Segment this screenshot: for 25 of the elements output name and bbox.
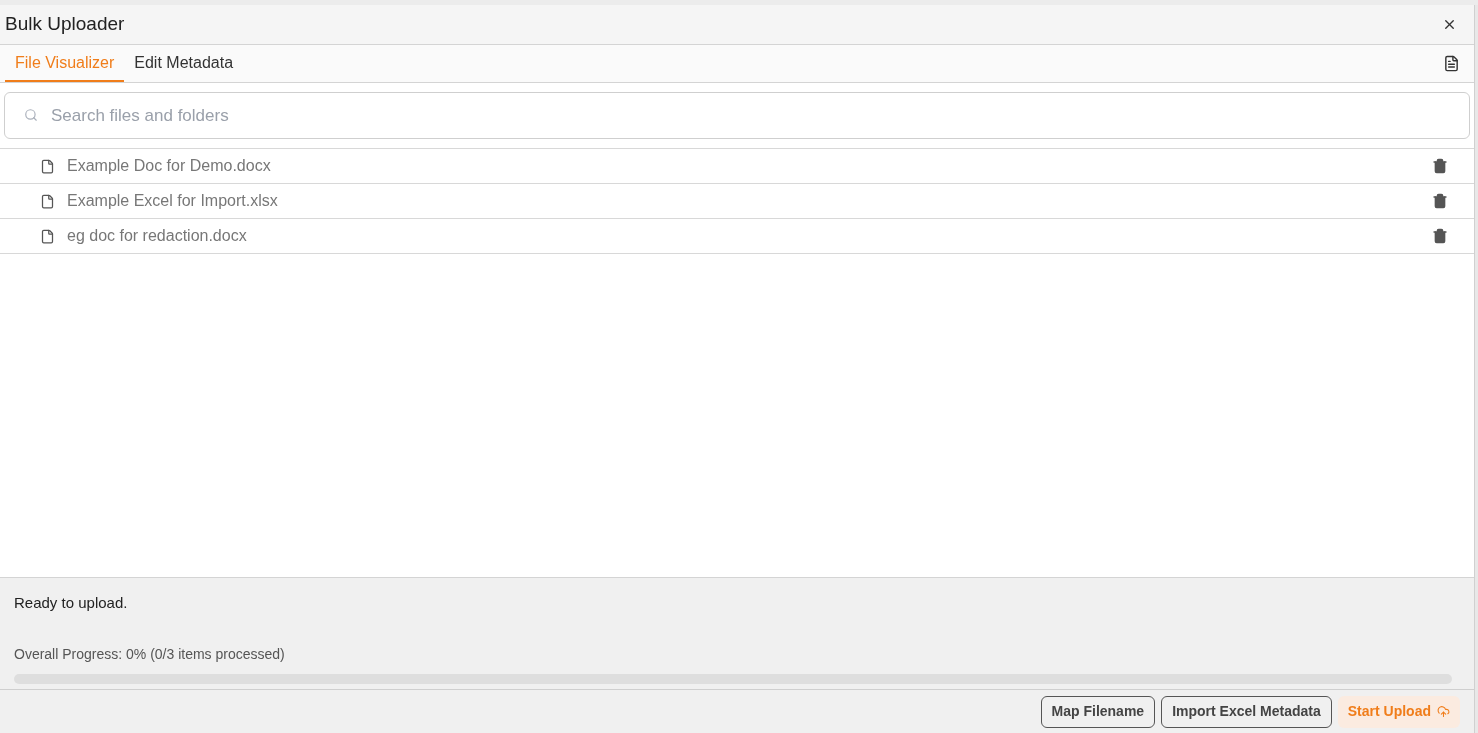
search-field[interactable]: Search files and folders xyxy=(4,92,1470,139)
progress-label: Overall Progress: 0% (0/3 items processed) xyxy=(14,644,286,664)
status-message: Ready to upload. xyxy=(14,593,129,613)
search-icon xyxy=(24,108,38,122)
file-name: Example Excel for Import.xlsx xyxy=(67,191,279,211)
file-icon xyxy=(40,228,55,244)
start-upload-button[interactable]: Start Upload xyxy=(1337,695,1460,728)
delete-button[interactable] xyxy=(1432,228,1448,244)
action-button[interactable]: Import Excel Metadata xyxy=(1161,695,1332,728)
file-row[interactable]: eg doc for redaction.docx xyxy=(0,219,1474,254)
window-title: Bulk Uploader xyxy=(5,12,125,37)
tab[interactable]: Edit Metadata xyxy=(124,45,244,82)
close-button[interactable] xyxy=(1442,17,1457,32)
cloud-upload-icon xyxy=(1437,705,1450,718)
file-name: eg doc for redaction.docx xyxy=(67,226,248,246)
file-row[interactable]: Example Doc for Demo.docx xyxy=(0,149,1474,184)
action-button[interactable]: Map Filename xyxy=(1040,695,1156,728)
tab[interactable]: File Visualizer xyxy=(5,45,125,82)
file-icon xyxy=(40,158,55,174)
file-icon xyxy=(40,193,55,209)
delete-button[interactable] xyxy=(1432,158,1448,174)
file-row[interactable]: Example Excel for Import.xlsx xyxy=(0,184,1474,219)
delete-button[interactable] xyxy=(1432,193,1448,209)
document-icon[interactable] xyxy=(1443,55,1460,72)
file-name: Example Doc for Demo.docx xyxy=(67,156,272,176)
